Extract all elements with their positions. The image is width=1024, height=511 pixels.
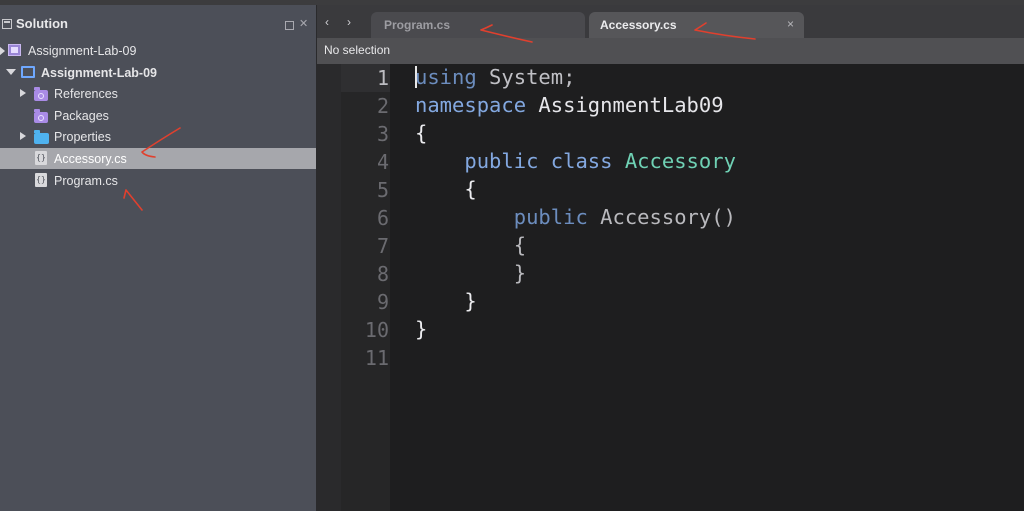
expand-toggle-icon[interactable] [20, 132, 26, 140]
line-number: 5 [376, 178, 389, 202]
tree-item-program-cs[interactable]: {} Program.cs [0, 170, 316, 191]
code-editor[interactable]: 1 2 3 4 5 6 7 8 9 10 11 using System; na… [317, 64, 1024, 511]
packages-folder-icon [34, 109, 48, 123]
line-number: 6 [376, 206, 389, 230]
class-name-token: Accessory [624, 149, 736, 173]
solution-pad-icon [2, 19, 12, 29]
solution-pad-header: Solution ✕ [0, 5, 316, 39]
csharp-file-icon: {} [35, 173, 47, 187]
code-text: AssignmentLab09 [526, 93, 724, 117]
tree-item-label: Assignment-Lab-09 [41, 66, 157, 80]
nav-forward-button[interactable]: › [347, 15, 351, 29]
solution-icon [8, 44, 21, 56]
keyword-token: class [550, 149, 613, 173]
expand-toggle-icon[interactable] [20, 89, 26, 97]
path-bar: No selection [317, 38, 1024, 64]
code-text: Accessory() [587, 205, 736, 229]
solution-pad: Solution ✕ Assignment-Lab-09 Assignment-… [0, 5, 317, 511]
code-line-4: public class Accessory [415, 149, 736, 173]
line-number: 10 [364, 318, 389, 342]
code-line-9: } [415, 289, 477, 313]
code-text: { [513, 233, 527, 257]
code-text: System; [476, 65, 576, 89]
project-icon [21, 66, 35, 78]
code-text: { [464, 177, 477, 201]
tab-close-icon[interactable]: × [787, 17, 794, 31]
code-text: { [415, 121, 428, 145]
tab-label: Accessory.cs [600, 18, 677, 32]
line-number: 2 [376, 94, 389, 118]
line-number: 7 [376, 234, 389, 258]
tree-item-accessory-cs[interactable]: {} Accessory.cs [0, 148, 316, 169]
editor-area: ‹ › Program.cs Accessory.cs × No selecti… [317, 5, 1024, 511]
solution-pad-title: Solution [16, 16, 68, 31]
keyword-token: public [464, 149, 539, 173]
code-line-7: { [415, 233, 526, 257]
tree-item-label: Accessory.cs [54, 152, 127, 166]
tab-bar: ‹ › Program.cs Accessory.cs × [317, 5, 1024, 38]
collapse-toggle-icon[interactable] [6, 69, 16, 75]
code-line-6: public Accessory() [415, 205, 736, 229]
line-number: 9 [376, 290, 389, 314]
expand-toggle-icon[interactable] [0, 46, 5, 56]
tree-item-label: Assignment-Lab-09 [28, 44, 137, 58]
folder-icon [34, 130, 49, 144]
keyword-token: namespace [415, 93, 527, 117]
nav-back-button[interactable]: ‹ [325, 15, 329, 29]
tab-label: Program.cs [384, 18, 451, 32]
code-line-3: { [415, 121, 427, 145]
tree-item-solution[interactable]: Assignment-Lab-09 [0, 40, 316, 61]
tree-item-packages[interactable]: Packages [0, 105, 316, 126]
keyword-token: using [415, 65, 477, 89]
code-line-1: using System; [415, 65, 575, 89]
tree-item-label: Packages [54, 109, 109, 123]
tree-item-label: Properties [54, 130, 111, 144]
code-text: } [513, 261, 527, 285]
code-line-5: { [415, 177, 477, 201]
line-number: 3 [376, 122, 389, 146]
line-number: 8 [376, 262, 389, 286]
keyword-token: public [513, 205, 588, 229]
tree-item-label: Program.cs [54, 174, 118, 188]
code-line-10: } [415, 317, 427, 341]
line-number: 1 [376, 66, 389, 90]
code-line-2: namespace AssignmentLab09 [415, 93, 724, 117]
tab-program-cs[interactable]: Program.cs [371, 12, 585, 38]
csharp-file-icon: {} [35, 151, 47, 165]
tree-item-properties[interactable]: Properties [0, 126, 316, 147]
code-text: } [415, 317, 428, 341]
tab-accessory-cs[interactable]: Accessory.cs × [589, 12, 804, 38]
tree-item-label: References [54, 87, 118, 101]
tree-item-project[interactable]: Assignment-Lab-09 [0, 62, 316, 83]
pin-icon[interactable] [285, 21, 294, 30]
code-text: } [464, 289, 477, 313]
close-icon[interactable]: ✕ [299, 18, 308, 30]
line-number: 11 [364, 346, 389, 370]
line-number: 4 [376, 150, 389, 174]
code-line-8: } [415, 261, 526, 285]
references-folder-icon [34, 87, 48, 101]
tree-item-references[interactable]: References [0, 83, 316, 104]
selection-status[interactable]: No selection [324, 43, 390, 57]
